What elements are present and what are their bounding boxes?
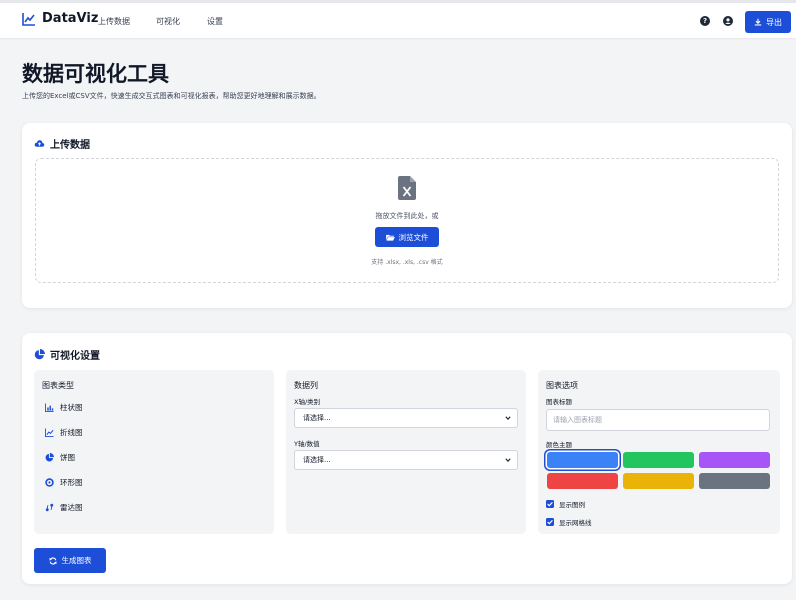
x-axis-label: X轴/类别 <box>294 398 321 406</box>
color-theme-green[interactable] <box>623 452 694 468</box>
chart-type-label: 柱状图 <box>60 403 83 412</box>
chart-type-bar[interactable]: 柱状图 <box>45 402 83 413</box>
upload-title-text: 上传数据 <box>50 140 90 151</box>
show-legend-label: 显示图例 <box>559 501 585 509</box>
excel-file-icon <box>398 176 416 200</box>
export-button[interactable]: 导出 <box>745 11 791 33</box>
y-axis-select[interactable]: 请选择... <box>294 450 518 470</box>
brand-name: DataViz <box>42 11 99 26</box>
browse-files-button[interactable]: 浏览文件 <box>375 227 439 247</box>
browse-label: 浏览文件 <box>398 232 429 242</box>
generate-chart-button[interactable]: 生成图表 <box>34 548 106 573</box>
color-theme-red[interactable] <box>547 473 618 489</box>
user-circle-icon[interactable] <box>723 16 733 26</box>
nav-upload-data[interactable]: 上传数据 <box>98 16 130 27</box>
x-axis-select-value: 请选择... <box>303 414 331 422</box>
pie-chart-icon <box>34 349 45 360</box>
upload-card: 上传数据 拖放文件到此处，或 浏览文件 支持 .xlsx, .xls, .csv… <box>22 123 792 308</box>
folder-open-icon <box>385 234 395 241</box>
check-icon <box>547 519 553 525</box>
y-axis-select-value: 请选择... <box>303 456 331 464</box>
color-theme-label: 颜色主题 <box>546 441 572 449</box>
chart-options-panel: 图表选项 图表标题 请输入图表标题 颜色主题 显示图例 显示网格线 <box>538 370 780 534</box>
page-subtitle: 上传您的Excel或CSV文件，快速生成交互式图表和可视化报表，帮助您更好地理解… <box>22 92 321 100</box>
chart-type-label: 折线图 <box>60 428 83 437</box>
supported-formats-text: 支持 .xlsx, .xls, .csv 格式 <box>371 259 443 266</box>
color-theme-purple[interactable] <box>699 452 770 468</box>
data-columns-title: 数据列 <box>294 381 318 390</box>
pie-chart-icon <box>45 453 54 462</box>
chart-options-title: 图表选项 <box>546 381 578 390</box>
chart-type-title: 图表类型 <box>42 381 74 390</box>
chart-type-label: 环形图 <box>60 478 83 487</box>
chart-type-panel: 图表类型 柱状图 折线图 饼图 环形图 雷达图 <box>34 370 274 534</box>
chart-title-input[interactable]: 请输入图表标题 <box>546 409 770 431</box>
show-grid-checkbox[interactable] <box>546 518 554 526</box>
chart-type-label: 雷达图 <box>60 503 83 512</box>
chart-type-radar[interactable]: 雷达图 <box>45 502 83 513</box>
color-theme-blue[interactable] <box>547 452 618 468</box>
nav-settings[interactable]: 设置 <box>207 16 223 27</box>
page-title: 数据可视化工具 <box>22 62 169 86</box>
brand[interactable]: DataViz <box>22 11 98 26</box>
line-chart-icon <box>22 12 35 26</box>
chevron-down-icon <box>505 458 511 463</box>
data-columns-panel: 数据列 X轴/类别 请选择... Y轴/数值 请选择... <box>286 370 526 534</box>
bar-chart-icon <box>45 403 54 412</box>
nav-visualize[interactable]: 可视化 <box>156 16 180 27</box>
top-navbar: DataViz 上传数据 可视化 设置 ? 导出 <box>0 0 796 38</box>
drop-text: 拖放文件到此处，或 <box>375 212 439 220</box>
chart-type-label: 饼图 <box>60 453 75 462</box>
cloud-upload-icon <box>34 140 45 147</box>
line-chart-icon <box>45 428 54 437</box>
viz-card-title: 可视化设置 <box>34 347 100 362</box>
viz-title-text: 可视化设置 <box>50 351 100 362</box>
upload-card-title: 上传数据 <box>34 136 90 151</box>
show-legend-option[interactable]: 显示图例 <box>546 499 585 509</box>
visualization-settings-card: 可视化设置 图表类型 柱状图 折线图 饼图 环形图 雷达图 数据列 X轴/类别 … <box>22 333 792 584</box>
file-dropzone[interactable]: 拖放文件到此处，或 浏览文件 支持 .xlsx, .xls, .csv 格式 <box>35 158 779 283</box>
chevron-down-icon <box>505 416 511 421</box>
chart-type-pie[interactable]: 饼图 <box>45 452 75 463</box>
show-grid-option[interactable]: 显示网格线 <box>546 517 592 527</box>
show-grid-label: 显示网格线 <box>559 519 592 527</box>
export-label: 导出 <box>766 17 782 27</box>
y-axis-label: Y轴/数值 <box>294 440 320 448</box>
generate-label: 生成图表 <box>61 556 92 565</box>
show-legend-checkbox[interactable] <box>546 500 554 508</box>
chart-title-label: 图表标题 <box>546 398 572 406</box>
download-icon <box>754 18 762 26</box>
radar-chart-icon <box>45 503 54 512</box>
donut-chart-icon <box>45 478 54 487</box>
refresh-icon <box>48 556 57 565</box>
chart-type-line[interactable]: 折线图 <box>45 427 83 438</box>
question-circle-icon[interactable]: ? <box>700 16 710 26</box>
color-theme-yellow[interactable] <box>623 473 694 489</box>
color-theme-gray[interactable] <box>699 473 770 489</box>
check-icon <box>547 501 553 507</box>
chart-title-placeholder: 请输入图表标题 <box>553 416 602 424</box>
x-axis-select[interactable]: 请选择... <box>294 408 518 428</box>
chart-type-donut[interactable]: 环形图 <box>45 477 83 488</box>
